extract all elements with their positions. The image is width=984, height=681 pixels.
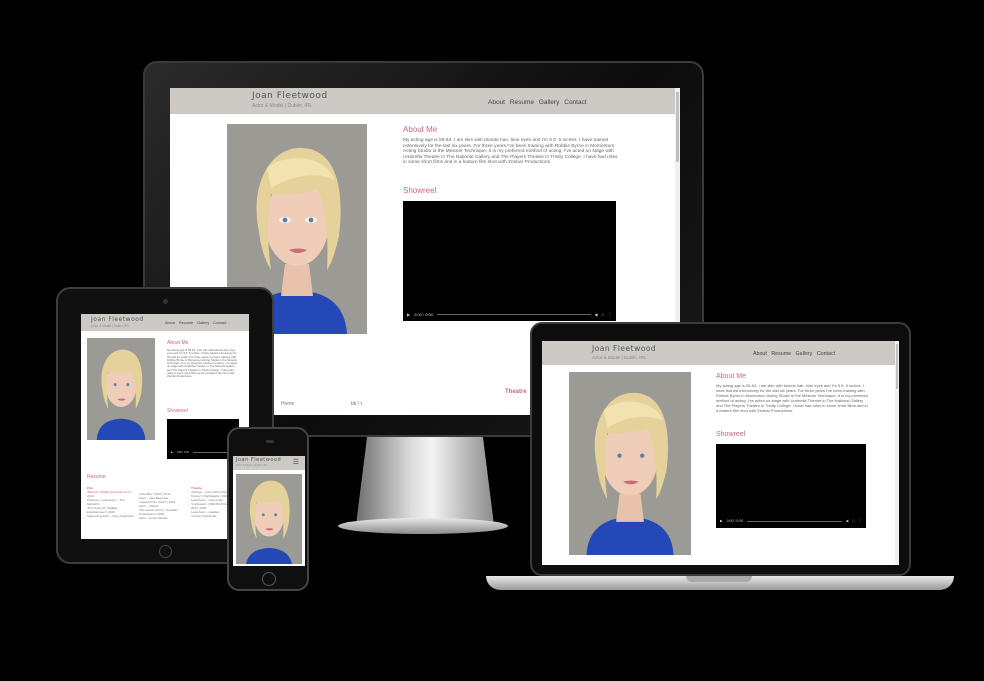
site-header: Joan Fleetwood Actor & Model | Dublin, I… [233, 456, 305, 470]
nav-about[interactable]: About [488, 99, 505, 106]
fullscreen-icon[interactable]: □ [852, 519, 854, 523]
profile-photo [236, 474, 302, 564]
film-column: Film 'Bitterdil' | BigBay Entertainment … [87, 486, 137, 518]
site-tagline: Actor & Model | Dublin, IRL [236, 464, 268, 467]
nav-contact[interactable]: Contact [213, 321, 226, 325]
site-header: Joan Fleetwood Actor & Model | Dublin, I… [170, 88, 680, 114]
site-tagline: Actor & Model | Dublin, IRL [592, 355, 647, 360]
phone-device: Joan Fleetwood Actor & Model | Dublin, I… [227, 427, 309, 591]
showreel-heading: Showreel [167, 408, 188, 414]
video-progress[interactable] [747, 520, 842, 522]
play-icon[interactable]: ▶ [407, 312, 410, 317]
video-time: 0:00 / 0:00 [726, 519, 744, 523]
menu-icon[interactable]: ☰ [293, 459, 299, 466]
about-heading: About Me [167, 340, 189, 346]
site-tagline: Actor & Model | Dublin, IRL [252, 103, 313, 109]
responsive-mockup: Joan Fleetwood Actor & Model | Dublin, I… [0, 0, 984, 681]
site-title[interactable]: Joan Fleetwood [236, 457, 281, 463]
tablet-screen: Joan Fleetwood Actor & Model | Dublin, I… [81, 314, 249, 539]
film-role: Supporting Actor – Nosy Neighbour [87, 514, 135, 518]
nav-gallery[interactable]: Gallery [539, 99, 560, 106]
site-header: Joan Fleetwood Actor & Model | Dublin, I… [542, 341, 899, 365]
site-nav: About Resume Gallery Contact [753, 351, 838, 357]
shorts-column: 'Give Bite' | IADT | 2017 Actor – Nan Ba… [139, 492, 187, 520]
video-controls[interactable]: ▶ 0:00 / 0:00 [171, 448, 235, 456]
misc-peek: bk / t [351, 401, 362, 407]
nav-resume[interactable]: Resume [510, 99, 534, 106]
more-icon[interactable]: ⋮ [608, 312, 612, 317]
showreel-heading: Showreel [716, 431, 746, 438]
nav-about[interactable]: About [165, 321, 175, 325]
home-button [262, 572, 276, 586]
scroll-thumb[interactable] [896, 344, 898, 389]
about-heading: About Me [716, 373, 746, 380]
film-item: 'The Final Act' | BigBay Entertainment |… [87, 506, 118, 514]
video-time: 0:00 / 0:00 [414, 311, 433, 317]
nav-resume[interactable]: Resume [179, 321, 193, 325]
short-role: Actor – Annie Daniels [139, 516, 168, 520]
play-icon[interactable]: ▶ [171, 451, 173, 454]
showreel-video[interactable]: ▶ 0:00 / 0:00 ◀ □ ⋮ [716, 444, 866, 528]
film-role: Producer / Lead Actor – The Matriarch [87, 498, 125, 506]
profile-photo [87, 338, 155, 440]
home-button [159, 545, 172, 558]
volume-icon[interactable]: ◀ [846, 519, 849, 523]
theatre-peek: Theatre [505, 389, 527, 395]
portrait-image [236, 474, 302, 564]
bio-text: My acting age is 55-63. I am slim with b… [167, 349, 238, 379]
film-item: 'Bitterdil' | BigBay Entertainment | 202… [87, 490, 132, 498]
nav-about[interactable]: About [753, 351, 767, 357]
camera-icon [163, 299, 168, 304]
profile-photo [569, 372, 691, 555]
nav-gallery[interactable]: Gallery [197, 321, 209, 325]
site-header: Joan Fleetwood Actor & Model | Dublin, I… [81, 314, 249, 331]
portrait-image [87, 338, 155, 440]
showreel-video[interactable]: ▶ 0:00 / 0:00 ◀ □ ⋮ [403, 201, 616, 321]
video-progress[interactable] [436, 313, 591, 315]
monitor-base [338, 518, 508, 534]
nav-contact[interactable]: Contact [564, 99, 586, 106]
site-nav: About Resume Gallery Contact [165, 321, 229, 325]
fullscreen-icon[interactable]: □ [602, 312, 604, 317]
more-icon[interactable]: ⋮ [859, 519, 863, 523]
scroll-thumb[interactable] [676, 92, 679, 162]
site-tagline: Actor & Model | Dublin, IRL [91, 324, 130, 328]
monitor-stand [356, 437, 494, 525]
portrait-image [569, 372, 691, 555]
site-title[interactable]: Joan Fleetwood [91, 316, 144, 323]
video-controls[interactable]: ▶ 0:00 / 0:00 ◀ □ ⋮ [720, 517, 862, 525]
nav-contact[interactable]: Contact [817, 351, 835, 357]
bio-text: My acting age is 55-63. I am slim with b… [716, 384, 868, 413]
site-title[interactable]: Joan Fleetwood [592, 344, 656, 353]
nav-resume[interactable]: Resume [771, 351, 791, 357]
scrollbar[interactable] [895, 341, 899, 565]
phone-screen: Joan Fleetwood Actor & Model | Dublin, I… [233, 456, 305, 566]
short-item: 'The Gentle Curve' | Zenitbar Production… [139, 508, 178, 516]
nav-gallery[interactable]: Gallery [796, 351, 813, 357]
site-nav: About Resume Gallery Contact [488, 99, 590, 106]
resume-heading: Resume [87, 474, 106, 480]
laptop-notch [686, 576, 752, 582]
video-time: 0:00 / 0:00 [176, 450, 189, 454]
laptop-device: Joan Fleetwood Actor & Model | Dublin, I… [530, 322, 911, 576]
speaker-icon [266, 440, 274, 443]
bio-text: My acting age is 55-63. I am slim with b… [403, 138, 618, 166]
theatre-item: 'Cousin Unhide Me' [191, 514, 217, 518]
home-peek: Home [281, 401, 295, 407]
play-icon[interactable]: ▶ [720, 519, 723, 523]
volume-icon[interactable]: ◀ [595, 312, 598, 317]
showreel-heading: Showreel [403, 186, 437, 195]
site-title[interactable]: Joan Fleetwood [252, 91, 328, 101]
video-controls[interactable]: ▶ 0:00 / 0:00 ◀ □ ⋮ [407, 310, 612, 318]
laptop-screen: Joan Fleetwood Actor & Model | Dublin, I… [542, 341, 899, 565]
about-heading: About Me [403, 125, 438, 134]
